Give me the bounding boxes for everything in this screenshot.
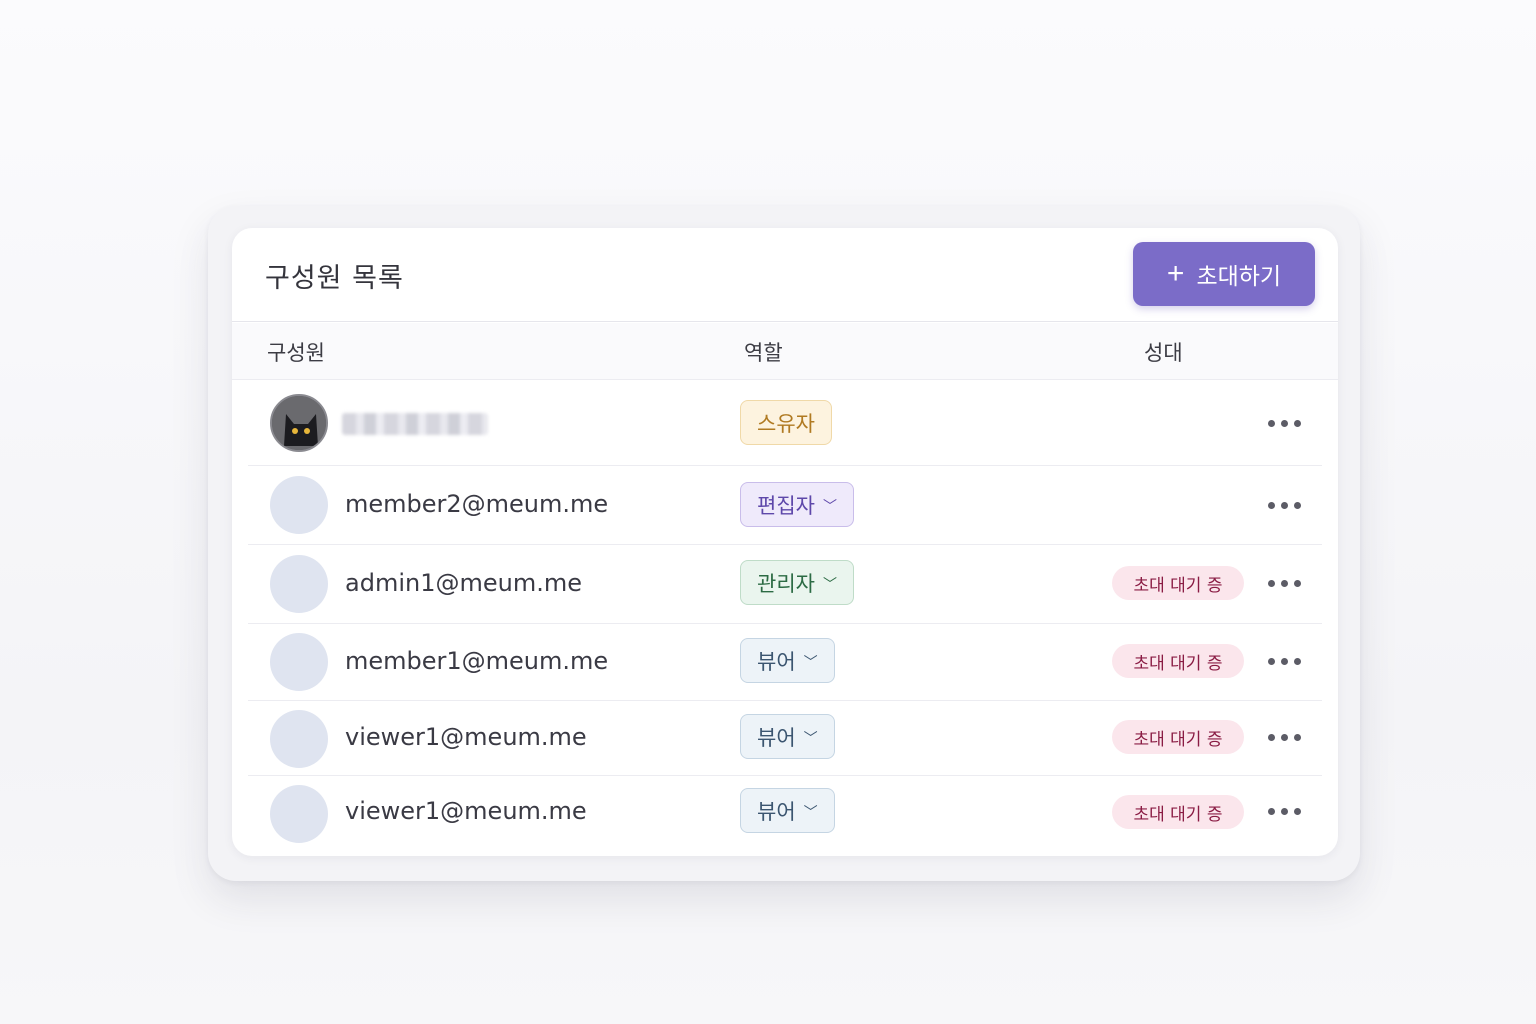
avatar [270, 394, 328, 452]
chevron-down-icon: ﹀ [822, 498, 837, 515]
role-label: 편집자 [757, 493, 815, 518]
dot-icon [1280, 579, 1288, 587]
member-email: member2@meum.me [345, 490, 609, 518]
role-dropdown-viewer[interactable]: 뷰어 ﹀ [740, 638, 835, 683]
dot-icon [1293, 419, 1301, 427]
table-header: 구성원 역할 성대 [232, 323, 1338, 380]
dot-icon [1293, 657, 1301, 665]
more-options-button[interactable] [1260, 568, 1308, 598]
dot-icon [1267, 657, 1275, 665]
table-row: member1@meum.me 뷰어 ﹀ 초대 대기 증 [248, 624, 1322, 701]
page-title: 구성원 목록 [265, 263, 404, 294]
avatar [270, 785, 328, 843]
more-options-button[interactable] [1260, 646, 1308, 676]
plus-icon: + [1166, 257, 1185, 290]
role-dropdown-viewer[interactable]: 뷰어 ﹀ [740, 788, 835, 833]
status-badge: 초대 대기 증 [1112, 644, 1244, 678]
role-dropdown-editor[interactable]: 편집자 ﹀ [740, 482, 854, 527]
avatar [270, 710, 328, 768]
avatar [270, 476, 328, 534]
dot-icon [1280, 501, 1288, 509]
chevron-down-icon: ﹀ [803, 654, 818, 671]
chevron-down-icon: ﹀ [803, 730, 818, 747]
dot-icon [1267, 419, 1275, 427]
table-row: viewer1@meum.me 뷰어 ﹀ 초대 대기 증 [248, 776, 1322, 854]
table-row: 스유자 [248, 381, 1322, 466]
member-email: member1@meum.me [345, 647, 609, 675]
dot-icon [1280, 657, 1288, 665]
dot-icon [1267, 579, 1275, 587]
role-label: 뷰어 [757, 649, 796, 674]
members-card: 구성원 목록 + 초대하기 구성원 역할 성대 스유자 member2@meum… [232, 228, 1338, 856]
invite-button-label: 초대하기 [1196, 263, 1282, 289]
dot-icon [1267, 807, 1275, 815]
role-label: 뷰어 [757, 799, 796, 824]
role-dropdown-viewer[interactable]: 뷰어 ﹀ [740, 714, 835, 759]
more-options-button[interactable] [1260, 408, 1308, 438]
member-email: viewer1@meum.me [345, 723, 587, 751]
dot-icon [1267, 733, 1275, 741]
dot-icon [1280, 807, 1288, 815]
status-badge: 초대 대기 증 [1112, 566, 1244, 600]
chevron-down-icon: ﹀ [803, 804, 818, 821]
dot-icon [1280, 733, 1288, 741]
chevron-down-icon: ﹀ [822, 576, 837, 593]
role-label: 스유자 [757, 411, 815, 436]
column-header-invite: 성대 [1144, 341, 1183, 365]
role-label: 관리자 [757, 571, 815, 596]
dot-icon [1293, 807, 1301, 815]
dot-icon [1293, 501, 1301, 509]
column-header-member: 구성원 [267, 341, 325, 365]
role-label: 뷰어 [757, 725, 796, 750]
status-badge: 초대 대기 증 [1112, 795, 1244, 829]
table-row: member2@meum.me 편집자 ﹀ [248, 466, 1322, 545]
role-dropdown-admin[interactable]: 관리자 ﹀ [740, 560, 854, 605]
cat-icon [272, 396, 326, 450]
invite-button[interactable]: + 초대하기 [1133, 242, 1315, 306]
card-header: 구성원 목록 + 초대하기 [232, 228, 1338, 322]
table-row: admin1@meum.me 관리자 ﹀ 초대 대기 증 [248, 545, 1322, 624]
column-header-role: 역할 [744, 341, 783, 365]
more-options-button[interactable] [1260, 722, 1308, 752]
avatar [270, 633, 328, 691]
dot-icon [1280, 419, 1288, 427]
member-email: admin1@meum.me [345, 569, 582, 597]
avatar [270, 555, 328, 613]
dot-icon [1267, 501, 1275, 509]
table-row: viewer1@meum.me 뷰어 ﹀ 초대 대기 증 [248, 701, 1322, 776]
dot-icon [1293, 579, 1301, 587]
dot-icon [1293, 733, 1301, 741]
more-options-button[interactable] [1260, 796, 1308, 826]
status-badge: 초대 대기 증 [1112, 720, 1244, 754]
role-badge-owner: 스유자 [740, 400, 832, 445]
redacted-email [342, 413, 488, 435]
more-options-button[interactable] [1260, 490, 1308, 520]
member-email: viewer1@meum.me [345, 797, 587, 825]
